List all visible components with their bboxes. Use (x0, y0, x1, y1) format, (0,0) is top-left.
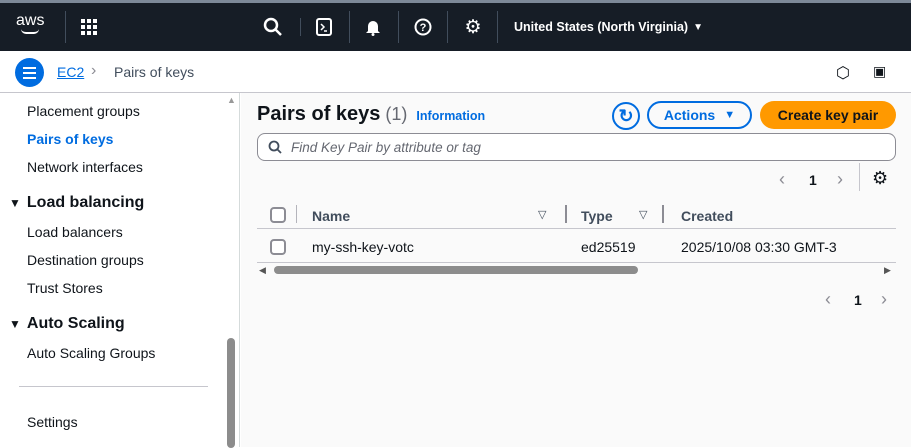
page-title: Pairs of keys (257, 103, 381, 125)
section-auto-scaling[interactable]: ▼ Auto Scaling (9, 315, 125, 333)
column-header-created[interactable]: Created (681, 208, 733, 224)
actions-button[interactable]: Actions ▼ (647, 101, 752, 129)
prev-page-button[interactable]: ‹ (779, 169, 785, 190)
chevron-right-icon: › (91, 62, 97, 79)
sidebar-item-network-interfaces[interactable]: Network interfaces (27, 159, 143, 175)
help-icon[interactable]: ? (413, 15, 433, 39)
aws-logo-text: aws (16, 11, 45, 29)
sidebar-item-settings[interactable]: Settings (27, 414, 78, 430)
divider (19, 386, 208, 387)
breadcrumb-ec2[interactable]: EC2 (57, 64, 84, 80)
current-page[interactable]: 1 (809, 172, 817, 188)
preferences-gear-icon[interactable]: ⚙ (872, 168, 888, 189)
filter-icon[interactable]: ▽ (538, 208, 546, 221)
refresh-icon: ↻ (618, 105, 634, 126)
section-title: Load balancing (26, 194, 145, 211)
sidebar-item-destination-groups[interactable]: Destination groups (27, 252, 144, 268)
scroll-left-icon[interactable]: ◀ (259, 265, 266, 276)
next-page-button[interactable]: › (837, 169, 843, 190)
horizontal-scrollbar[interactable] (274, 266, 638, 274)
bell-icon[interactable] (364, 15, 382, 39)
filter-icon[interactable]: ▽ (639, 208, 647, 221)
caret-down-icon: ▼ (9, 196, 21, 210)
aws-logo[interactable]: aws (16, 11, 44, 35)
key-name: my-ssh-key-votc (312, 239, 414, 255)
item-count: (1) (385, 104, 408, 124)
caret-down-icon: ▼ (724, 109, 736, 121)
scroll-up-icon[interactable]: ▲ (227, 95, 236, 105)
apps-grid-icon[interactable] (80, 15, 98, 39)
search-icon[interactable] (262, 15, 284, 39)
region-label: United States (North Virginia) (514, 20, 689, 34)
info-link[interactable]: Information (416, 109, 485, 123)
current-page[interactable]: 1 (854, 292, 862, 308)
breadcrumb-current: Pairs of keys (114, 64, 195, 80)
refresh-button[interactable]: ↻ (612, 102, 640, 130)
region-selector[interactable]: United States (North Virginia) ▼ (514, 15, 703, 39)
caret-down-icon: ▼ (9, 317, 21, 331)
next-page-button[interactable]: › (881, 289, 887, 310)
sidebar-item-load-balancers[interactable]: Load balancers (27, 224, 123, 240)
cloudshell-icon[interactable] (314, 15, 334, 39)
sidebar-item-auto-scaling-groups[interactable]: Auto Scaling Groups (27, 345, 155, 361)
settings-gear-icon[interactable]: ⚙ (463, 15, 483, 39)
sidebar-scrollbar[interactable] (227, 338, 235, 448)
section-title: Auto Scaling (26, 315, 125, 332)
sidebar: Placement groups Pairs of keys Network i… (0, 93, 240, 448)
main-content: Pairs of keys (1) Information ↻ Actions ▼… (241, 93, 911, 447)
menu-button[interactable] (15, 58, 44, 87)
search-placeholder: Find Key Pair by attribute or tag (291, 139, 481, 155)
prev-page-button[interactable]: ‹ (825, 289, 831, 310)
svg-text:?: ? (420, 22, 427, 34)
breadcrumb-bar: EC2 › Pairs of keys ⬡ ▣ (0, 51, 911, 93)
key-created: 2025/10/08 03:30 GMT-3 (681, 239, 837, 255)
key-type: ed25519 (581, 239, 636, 255)
search-icon (268, 140, 282, 154)
scroll-right-icon[interactable]: ▶ (884, 265, 891, 276)
top-nav: aws ? ⚙ United States (North Virginia) ▼ (0, 3, 911, 51)
row-checkbox[interactable] (270, 239, 286, 255)
divider (859, 163, 860, 191)
feedback-screen-icon[interactable]: ▣ (873, 63, 886, 80)
aws-smile-icon (21, 29, 40, 34)
search-input[interactable]: Find Key Pair by attribute or tag (257, 133, 896, 161)
sidebar-item-trust-stores[interactable]: Trust Stores (27, 280, 103, 296)
select-all-checkbox[interactable] (270, 207, 286, 223)
notifications-hex-icon[interactable]: ⬡ (836, 63, 850, 83)
actions-label: Actions (663, 107, 716, 123)
column-header-name[interactable]: Name (312, 208, 350, 224)
column-header-type[interactable]: Type (581, 208, 613, 224)
section-load-balancing[interactable]: ▼ Load balancing (9, 194, 144, 212)
page-header: Pairs of keys (1) Information (257, 103, 485, 126)
sidebar-item-pairs-of-keys[interactable]: Pairs of keys (27, 131, 113, 147)
sidebar-item-placement-groups[interactable]: Placement groups (27, 103, 140, 119)
caret-down-icon: ▼ (693, 21, 703, 33)
create-key-pair-button[interactable]: Create key pair (760, 101, 896, 129)
